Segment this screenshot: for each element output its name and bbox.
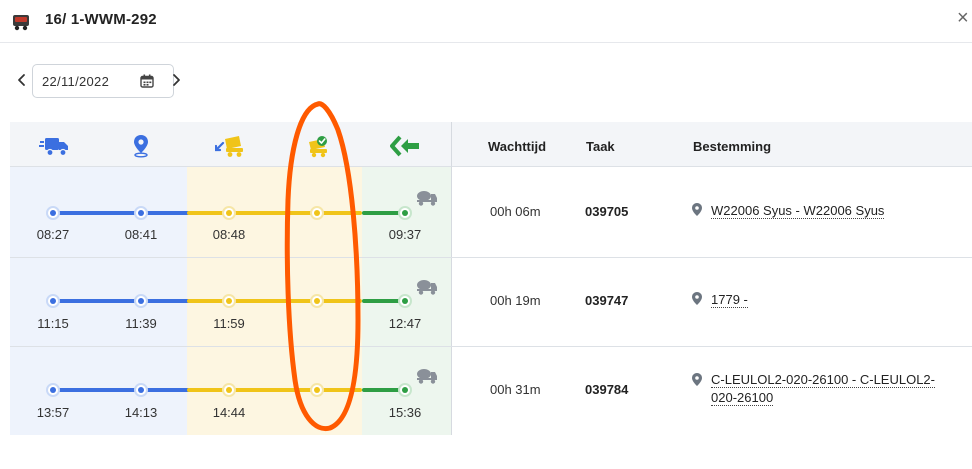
timeline-dot <box>398 383 412 397</box>
chevron-left-icon[interactable] <box>16 73 28 87</box>
task-id[interactable]: 039705 <box>585 204 628 219</box>
timeline-dot <box>398 206 412 220</box>
timeline-unloading-segment <box>187 211 362 215</box>
window-title: 16/ 1-WWM-292 <box>45 11 157 28</box>
timeline-dot <box>310 206 324 220</box>
window-titlebar: 16/ 1-WWM-292 × <box>0 0 972 43</box>
header-destination: Bestemming <box>693 139 772 154</box>
close-icon[interactable]: × <box>957 8 969 28</box>
truck-icon <box>39 138 68 157</box>
time-label: 08:27 <box>36 227 70 242</box>
mixer-truck-icon <box>417 191 437 206</box>
time-label: 09:37 <box>388 227 422 242</box>
info-header: Wachttijd Taak Bestemming <box>451 122 972 167</box>
time-label: 12:47 <box>388 316 422 331</box>
timeline-dot <box>222 294 236 308</box>
timeline-unloading-segment <box>187 299 362 303</box>
mixer-truck-icon <box>417 280 437 295</box>
timeline-unloading-segment <box>187 388 362 392</box>
timeline-dot <box>310 294 324 308</box>
time-label: 15:36 <box>388 405 422 420</box>
destination-link[interactable]: 1779 - <box>711 291 748 309</box>
time-label: 14:13 <box>124 405 158 420</box>
timeline-dot <box>134 206 148 220</box>
timeline-dot <box>46 294 60 308</box>
timeline-dot <box>222 206 236 220</box>
row-separator <box>10 346 972 347</box>
timeline-dot <box>46 206 60 220</box>
time-label: 14:44 <box>212 405 246 420</box>
stage-header <box>10 122 451 167</box>
header-task: Taak <box>586 139 615 154</box>
time-label: 13:57 <box>36 405 70 420</box>
time-label: 08:41 <box>124 227 158 242</box>
location-pin-icon <box>692 373 702 386</box>
destination-link[interactable]: C-LEULOL2-020-26100 - C-LEULOL2- 020-261… <box>711 371 966 407</box>
timeline-dot <box>222 383 236 397</box>
wait-time-value: 00h 19m <box>490 293 541 308</box>
calendar-icon[interactable] <box>140 74 154 88</box>
column-divider <box>451 167 452 435</box>
time-label: 11:39 <box>125 316 157 331</box>
date-value: 22/11/2022 <box>42 74 110 89</box>
timeline-dot <box>134 383 148 397</box>
location-pin-icon <box>134 135 148 158</box>
truck-app-icon <box>13 15 29 31</box>
mixer-loading-icon <box>215 136 243 157</box>
back-arrow-icon <box>390 135 419 157</box>
task-id[interactable]: 039784 <box>585 382 628 397</box>
destination-text: C-LEULOL2-020-26100 - C-LEULOL2- <box>711 372 935 388</box>
mixer-check-icon <box>309 136 327 158</box>
row-separator <box>10 257 972 258</box>
timeline-dot <box>134 294 148 308</box>
time-label: 08:48 <box>212 227 246 242</box>
destination-text: 020-26100 <box>711 390 774 406</box>
header-wait-time: Wachttijd <box>488 139 547 154</box>
trips-table: Wachttijd Taak Bestemming 08:27 08:41 08… <box>10 122 972 435</box>
time-label: 11:15 <box>37 316 69 331</box>
wait-time-value: 00h 06m <box>490 204 541 219</box>
timeline-dot <box>398 294 412 308</box>
destination-link[interactable]: W22006 Syus - W22006 Syus <box>711 202 885 220</box>
destination-text: 1779 - <box>711 292 748 308</box>
task-id[interactable]: 039747 <box>585 293 628 308</box>
time-label: 11:59 <box>213 316 245 331</box>
date-input[interactable]: 22/11/2022 <box>32 64 174 98</box>
chevron-right-icon[interactable] <box>170 73 182 87</box>
timeline-dot <box>310 383 324 397</box>
location-pin-icon <box>692 203 702 216</box>
destination-text: W22006 Syus - W22006 Syus <box>711 203 885 219</box>
wait-time-value: 00h 31m <box>490 382 541 397</box>
timeline-dot <box>46 383 60 397</box>
location-pin-icon <box>692 292 702 305</box>
mixer-truck-icon <box>417 369 437 384</box>
